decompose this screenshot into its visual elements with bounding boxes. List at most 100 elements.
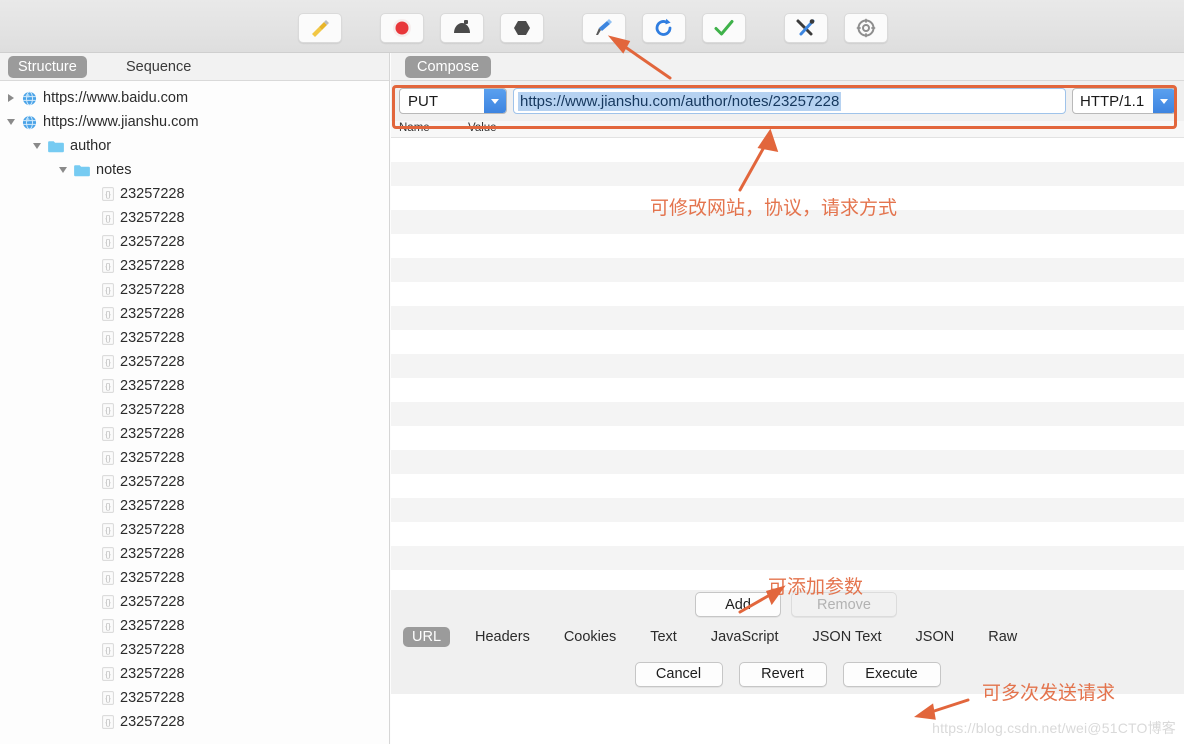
tree-item-request[interactable]: {} 23257228 <box>0 230 389 254</box>
tree-item-request[interactable]: {} 23257228 <box>0 278 389 302</box>
svg-text:{}: {} <box>105 622 111 631</box>
tree-item-label: 23257228 <box>120 186 185 202</box>
annotation-repeat-request: 可多次发送请求 <box>982 682 1116 704</box>
chevron-right-icon[interactable] <box>4 86 18 110</box>
tree-item-label: 23257228 <box>120 426 185 442</box>
tree-item-request[interactable]: {} 23257228 <box>0 254 389 278</box>
chevron-down-icon[interactable] <box>56 158 70 182</box>
tab-url[interactable]: URL <box>403 627 451 647</box>
svg-text:{}: {} <box>105 454 111 463</box>
svg-text:{}: {} <box>105 598 111 607</box>
table-row[interactable] <box>391 258 1184 282</box>
tree-item-folder[interactable]: notes <box>0 158 389 182</box>
validate-icon-button[interactable] <box>702 13 746 43</box>
tab-sequence[interactable]: Sequence <box>116 56 201 78</box>
url-input[interactable]: https://www.jianshu.com/author/notes/232… <box>513 88 1066 114</box>
table-row[interactable] <box>391 474 1184 498</box>
tree-item-request[interactable]: {} 23257228 <box>0 518 389 542</box>
column-header-name: Name <box>399 122 430 134</box>
tree-item-request[interactable]: {} 23257228 <box>0 590 389 614</box>
chevron-down-icon[interactable] <box>1153 89 1175 113</box>
tree-item-request[interactable]: {} 23257228 <box>0 470 389 494</box>
stop-icon-button[interactable] <box>500 13 544 43</box>
compose-icon-button[interactable] <box>582 13 626 43</box>
chevron-down-icon[interactable] <box>484 89 506 113</box>
tree-item-request[interactable]: {} 23257228 <box>0 614 389 638</box>
request-line: PUT https://www.jianshu.com/author/notes… <box>391 81 1184 121</box>
svg-text:{}: {} <box>105 550 111 559</box>
table-row[interactable] <box>391 498 1184 522</box>
revert-button[interactable]: Revert <box>738 661 827 687</box>
table-row[interactable] <box>391 546 1184 570</box>
tree-item-request[interactable]: {} 23257228 <box>0 566 389 590</box>
request-doc-icon: {} <box>102 283 114 297</box>
svg-text:{}: {} <box>105 334 111 343</box>
table-row[interactable] <box>391 450 1184 474</box>
tab-headers[interactable]: Headers <box>466 627 539 647</box>
tab-structure[interactable]: Structure <box>8 56 87 78</box>
tab-json-text[interactable]: JSON Text <box>804 627 891 647</box>
chevron-down-icon[interactable] <box>4 110 18 134</box>
tools-icon-button[interactable] <box>784 13 828 43</box>
tab-compose[interactable]: Compose <box>405 56 492 78</box>
table-row[interactable] <box>391 282 1184 306</box>
tree-item-label: 23257228 <box>120 282 185 298</box>
chevron-down-icon[interactable] <box>30 134 44 158</box>
table-row[interactable] <box>391 234 1184 258</box>
table-row[interactable] <box>391 354 1184 378</box>
tree-item-request[interactable]: {} 23257228 <box>0 182 389 206</box>
svg-text:{}: {} <box>105 382 111 391</box>
tree-item-request[interactable]: {} 23257228 <box>0 662 389 686</box>
tree-item-request[interactable]: {} 23257228 <box>0 638 389 662</box>
tree-item-request[interactable]: {} 23257228 <box>0 710 389 734</box>
tools-icon <box>794 17 818 39</box>
tab-cookies[interactable]: Cookies <box>555 627 625 647</box>
table-row[interactable] <box>391 426 1184 450</box>
tab-text[interactable]: Text <box>641 627 686 647</box>
tab-json[interactable]: JSON <box>907 627 964 647</box>
tree-item-request[interactable]: {} 23257228 <box>0 494 389 518</box>
table-row[interactable] <box>391 330 1184 354</box>
record-icon-button[interactable] <box>380 13 424 43</box>
tab-javascript[interactable]: JavaScript <box>702 627 788 647</box>
tree-item-folder[interactable]: author <box>0 134 389 158</box>
tree-item-label: 23257228 <box>120 378 185 394</box>
tree-item-request[interactable]: {} 23257228 <box>0 422 389 446</box>
request-doc-icon: {} <box>102 619 114 633</box>
tree-item-label: https://www.jianshu.com <box>43 114 199 130</box>
tree-item-label: 23257228 <box>120 258 185 274</box>
structure-panel: Structure Sequence https://www.baidu.com… <box>0 53 390 744</box>
table-row[interactable] <box>391 306 1184 330</box>
tree-item-request[interactable]: {} 23257228 <box>0 446 389 470</box>
tree-item-globe[interactable]: https://www.jianshu.com <box>0 110 389 134</box>
breakpoint-icon-button[interactable] <box>440 13 484 43</box>
clear-icon <box>308 17 332 39</box>
protocol-select[interactable]: HTTP/1.1 <box>1072 88 1176 114</box>
tree-item-request[interactable]: {} 23257228 <box>0 542 389 566</box>
tree-item-label: 23257228 <box>120 402 185 418</box>
tree-item-request[interactable]: {} 23257228 <box>0 350 389 374</box>
table-row[interactable] <box>391 138 1184 162</box>
tree-item-request[interactable]: {} 23257228 <box>0 206 389 230</box>
clear-icon-button[interactable] <box>298 13 342 43</box>
tree-item-globe[interactable]: https://www.baidu.com <box>0 86 389 110</box>
tree-item-request[interactable]: {} 23257228 <box>0 398 389 422</box>
tab-raw[interactable]: Raw <box>979 627 1026 647</box>
repeat-icon-button[interactable] <box>642 13 686 43</box>
settings-icon-button[interactable] <box>844 13 888 43</box>
table-row[interactable] <box>391 402 1184 426</box>
table-row[interactable] <box>391 162 1184 186</box>
tree-item-request[interactable]: {} 23257228 <box>0 302 389 326</box>
tree-item-request[interactable]: {} 23257228 <box>0 686 389 710</box>
tree-item-request[interactable]: {} 23257228 <box>0 374 389 398</box>
tree-item-request[interactable]: {} 23257228 <box>0 326 389 350</box>
execute-button[interactable]: Execute <box>842 661 941 687</box>
method-select[interactable]: PUT <box>399 88 507 114</box>
table-row[interactable] <box>391 378 1184 402</box>
cancel-button[interactable]: Cancel <box>634 661 723 687</box>
table-row[interactable] <box>391 522 1184 546</box>
